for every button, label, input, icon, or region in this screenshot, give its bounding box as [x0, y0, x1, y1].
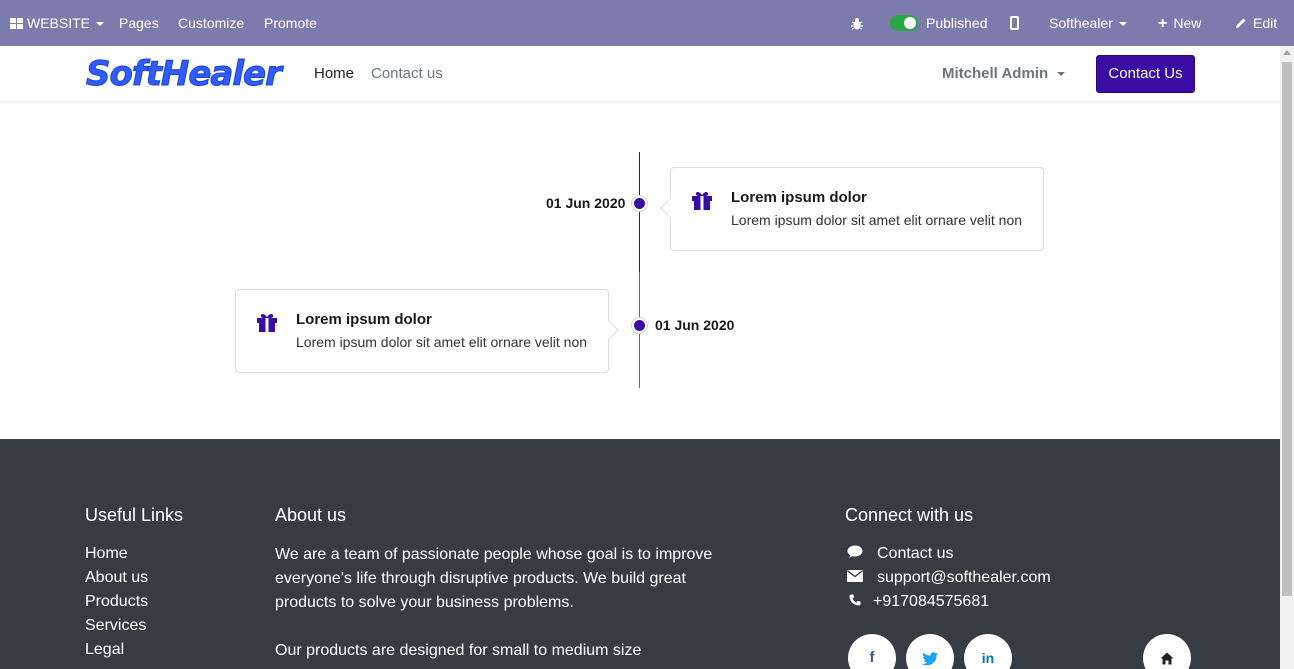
gift-icon [257, 313, 277, 332]
site-footer: Useful Links Home About us Products Serv… [0, 439, 1280, 669]
card-text: Lorem ipsum dolor sit amet elit ornare v… [296, 334, 588, 350]
card-title: Lorem ipsum dolor [296, 311, 432, 328]
caret-down-icon [1118, 22, 1127, 26]
home-icon [1160, 652, 1174, 665]
timeline-dot [632, 318, 647, 333]
admin-toolbar: WEBSITE Pages Customize Promote Publishe… [0, 0, 1294, 46]
connect-heading: Connect with us [845, 505, 974, 525]
home-button[interactable] [1143, 634, 1191, 669]
nav-contact-us[interactable]: Contact us [371, 46, 443, 102]
about-heading: About us [275, 505, 347, 525]
edit-label: Edit [1253, 15, 1278, 31]
linkedin-icon: in [981, 650, 995, 666]
mobile-icon [1010, 16, 1019, 30]
debug-button[interactable] [851, 0, 863, 46]
phone-link[interactable]: +917084575681 [846, 593, 989, 611]
timeline-date: 01 Jun 2020 [546, 195, 626, 211]
contact-link[interactable]: Contact us [846, 545, 953, 563]
twitter-button[interactable] [906, 634, 954, 669]
email-link[interactable]: support@softhealer.com [846, 569, 1051, 587]
website-menu[interactable]: WEBSITE [10, 0, 105, 46]
company-switcher[interactable]: Softhealer [1049, 0, 1127, 46]
comment-icon [846, 545, 863, 561]
page-scrollbar[interactable] [1280, 46, 1294, 669]
card-title: Lorem ipsum dolor [731, 189, 867, 206]
customize-menu[interactable]: Customize [178, 0, 244, 46]
facebook-button[interactable]: f [848, 634, 896, 669]
published-label: Published [926, 15, 988, 31]
bug-icon [851, 18, 863, 30]
twitter-icon [922, 651, 938, 665]
footer-link-home[interactable]: Home [85, 545, 128, 563]
company-label: Softhealer [1049, 15, 1113, 31]
toggle-switch-icon [890, 15, 918, 31]
footer-link-legal[interactable]: Legal [85, 641, 124, 659]
timeline-dot [632, 196, 647, 211]
pencil-icon [1236, 18, 1246, 28]
card-text: Lorem ipsum dolor sit amet elit ornare v… [731, 212, 1023, 228]
footer-link-about-us[interactable]: About us [85, 569, 148, 587]
scroll-up-arrow-icon[interactable] [1283, 50, 1291, 55]
plus-icon: + [1158, 15, 1168, 32]
envelope-icon [846, 570, 863, 585]
linkedin-button[interactable]: in [964, 634, 1012, 669]
useful-links-heading: Useful Links [85, 505, 184, 525]
about-paragraph: Our products are designed for small to m… [275, 642, 642, 659]
new-button[interactable]: + New [1158, 0, 1201, 46]
about-text: We are a team of passionate people whose… [275, 543, 735, 663]
publish-toggle[interactable]: Published [890, 0, 988, 46]
footer-link-services[interactable]: Services [85, 617, 146, 635]
nav-home[interactable]: Home [314, 46, 354, 102]
site-logo[interactable]: SoftHealer [86, 53, 283, 95]
apps-grid-icon [10, 18, 23, 29]
card-pointer [660, 198, 680, 218]
contact-us-button[interactable]: Contact Us [1096, 55, 1195, 93]
phone-icon [846, 594, 863, 609]
promote-menu[interactable]: Promote [264, 0, 317, 46]
facebook-icon: f [869, 649, 875, 666]
timeline-card: Lorem ipsum dolor Lorem ipsum dolor sit … [660, 167, 1044, 251]
new-label: New [1173, 15, 1202, 31]
user-menu[interactable]: Mitchell Admin [942, 46, 1066, 102]
card-pointer [599, 320, 619, 340]
gift-icon [692, 191, 712, 210]
pages-menu[interactable]: Pages [119, 0, 159, 46]
about-paragraph: We are a team of passionate people whose… [275, 546, 713, 611]
phone-text: +917084575681 [873, 593, 990, 610]
mobile-preview-button[interactable] [1010, 0, 1019, 46]
user-name: Mitchell Admin [942, 65, 1049, 82]
scroll-thumb[interactable] [1282, 62, 1292, 596]
caret-down-icon [1057, 72, 1066, 76]
email-text: support@softhealer.com [877, 569, 1051, 586]
contact-label: Contact us [877, 545, 954, 562]
site-header: SoftHealer Home Contact us Mitchell Admi… [0, 46, 1280, 102]
caret-down-icon [96, 22, 105, 26]
edit-button[interactable]: Edit [1235, 0, 1277, 46]
timeline-card: Lorem ipsum dolor Lorem ipsum dolor sit … [235, 289, 619, 373]
website-menu-label: WEBSITE [27, 15, 91, 31]
footer-link-products[interactable]: Products [85, 593, 148, 611]
timeline-date: 01 Jun 2020 [655, 317, 735, 333]
